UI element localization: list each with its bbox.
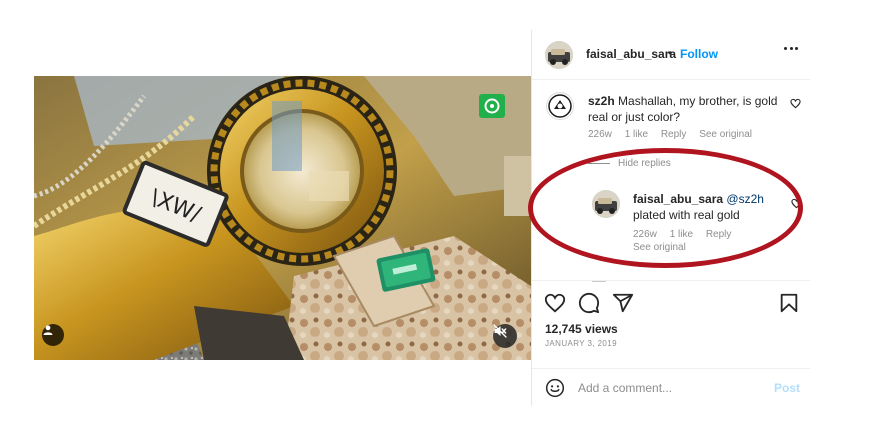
reply-username[interactable]: faisal_abu_sara: [633, 192, 723, 206]
comment-bubble-icon[interactable]: [578, 292, 600, 314]
author-avatar[interactable]: [545, 41, 573, 69]
reply-text: plated with real gold: [633, 208, 740, 222]
save-bookmark-icon[interactable]: [778, 292, 800, 314]
post-date[interactable]: JANUARY 3, 2019: [545, 339, 617, 348]
follow-button[interactable]: Follow: [680, 47, 718, 61]
tagged-users-button[interactable]: [42, 324, 64, 346]
post-side-panel: faisal_abu_sara • Follow sz2h Mashallah,…: [531, 30, 810, 406]
view-count[interactable]: 12,745 views: [545, 322, 618, 336]
comment-meta: 226w 1 like Reply See original: [588, 129, 762, 140]
reply-reply-button[interactable]: Reply: [706, 229, 732, 240]
share-paper-plane-icon[interactable]: [612, 292, 634, 314]
reply-meta: 226w 1 like Reply: [633, 229, 741, 240]
reply-see-original[interactable]: See original: [633, 242, 686, 253]
reply-mention[interactable]: @sz2h: [726, 192, 764, 206]
hide-replies-line: [588, 163, 610, 164]
video-frame: \XW/: [34, 76, 531, 360]
author-username[interactable]: faisal_abu_sara: [586, 47, 676, 61]
comment-like-heart-icon[interactable]: [790, 98, 801, 109]
comment-likes[interactable]: 1 like: [625, 129, 648, 140]
person-icon: [43, 325, 53, 335]
reply-like-heart-icon[interactable]: [791, 198, 802, 209]
reply-likes[interactable]: 1 like: [670, 229, 693, 240]
reply-age[interactable]: 226w: [633, 229, 657, 240]
comment-body: sz2h Mashallah, my brother, is gold real…: [588, 93, 788, 125]
comment-see-original[interactable]: See original: [699, 129, 752, 140]
add-comment-input[interactable]: [578, 377, 758, 399]
comment-text: Mashallah, my brother, is gold real or j…: [588, 94, 778, 124]
mute-button[interactable]: [493, 324, 517, 348]
reply-body: faisal_abu_sara @sz2h plated with real g…: [633, 191, 783, 223]
like-heart-icon[interactable]: [544, 292, 566, 314]
hide-replies-button[interactable]: Hide replies: [588, 158, 671, 169]
emoji-smiley-icon[interactable]: [545, 378, 565, 398]
speaker-muted-icon: [493, 324, 507, 338]
commenter-avatar[interactable]: [546, 92, 574, 120]
more-options-icon[interactable]: [784, 47, 798, 50]
camera-logo-icon: [479, 94, 505, 118]
add-comment-bar: Post: [532, 368, 810, 406]
reply-author-avatar[interactable]: [592, 190, 620, 218]
post-actions: 12,745 views JANUARY 3, 2019: [532, 280, 810, 368]
hide-replies-label: Hide replies: [618, 158, 671, 169]
comment-reply-button[interactable]: Reply: [661, 129, 687, 140]
comment-age[interactable]: 226w: [588, 129, 612, 140]
post-header: faisal_abu_sara • Follow: [532, 30, 810, 80]
post-comment-button[interactable]: Post: [774, 381, 800, 395]
header-separator: •: [668, 46, 673, 60]
post-video[interactable]: \XW/: [34, 76, 531, 360]
comment-username[interactable]: sz2h: [588, 94, 615, 108]
